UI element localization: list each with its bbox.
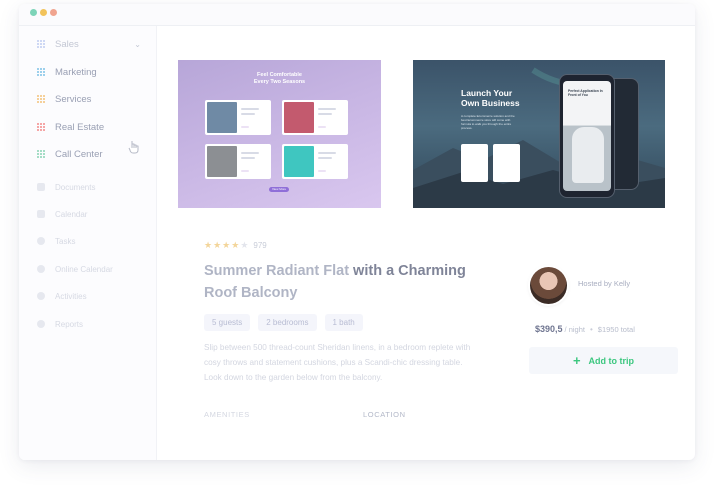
title-bar (19, 4, 695, 26)
sidebar-item-label: Reports (55, 319, 84, 329)
window-dot-yellow[interactable] (40, 9, 47, 16)
star-icon: ★ (222, 240, 231, 250)
sidebar-item-label: Services (55, 93, 92, 105)
sidebar-item-real-estate[interactable]: Real Estate (37, 119, 147, 135)
sidebar-item-tasks[interactable]: Tasks (37, 233, 147, 249)
check-circle-icon (37, 237, 45, 245)
clock-icon (37, 292, 45, 300)
location-heading: LOCATION (363, 410, 406, 419)
sidebar-item-label: Calendar (55, 209, 88, 219)
product-card (282, 100, 348, 135)
grid-icon (37, 95, 45, 103)
product-card (205, 144, 271, 179)
grid-icon (37, 68, 45, 76)
preview-heading: Feel Comfortable Every Two Seasons (253, 72, 306, 85)
sidebar-item-calendar[interactable]: Calendar (37, 206, 147, 222)
chip-bedrooms: 2 bedrooms (258, 314, 317, 331)
phone-title: Perfect Application In Front of You (568, 89, 603, 97)
app-window: Sales ⌄ Marketing Services Real Estate C… (19, 4, 695, 460)
sidebar-item-documents[interactable]: Documents (37, 179, 147, 195)
price-total: $1950 total (597, 325, 635, 334)
rating: ★ ★ ★ ★ ★ 979 (204, 240, 267, 251)
price-unit: / night (564, 325, 585, 334)
product-card (205, 100, 271, 135)
info-icon (37, 320, 45, 328)
listing-description: Slip between 500 thread-count Sheridan l… (204, 343, 471, 382)
sidebar-item-reports[interactable]: Reports (37, 316, 147, 332)
hand-cursor-icon (128, 141, 139, 154)
star-icon: ★ (204, 240, 213, 250)
sidebar-item-online-calendar[interactable]: Online Calendar (37, 261, 147, 277)
star-icon: ★ (213, 240, 222, 250)
sidebar-item-activities[interactable]: Activities (37, 288, 147, 304)
chip-guests: 5 guests (204, 314, 251, 331)
sidebar-item-label: Tasks (55, 236, 76, 246)
window-dot-green[interactable] (30, 9, 37, 16)
grid-icon (37, 123, 45, 131)
sidebar-item-label: Sales (55, 38, 79, 50)
sidebar-item-sales[interactable]: Sales ⌄ (37, 36, 147, 52)
add-to-trip-button[interactable]: + Add to trip (529, 347, 678, 374)
grid-icon (37, 40, 45, 48)
sidebar-item-label: Call Center (55, 148, 103, 160)
calendar-icon (37, 210, 45, 218)
rating-count: 979 (253, 241, 267, 250)
title-part: with a Charming (349, 263, 466, 279)
star-icon: ★ (240, 240, 249, 250)
star-icon: ★ (231, 240, 240, 250)
add-to-trip-label: Add to trip (588, 355, 635, 366)
price-row: $390,5 / night • $1950 total (535, 324, 635, 334)
document-icon (37, 183, 45, 191)
sidebar: Sales ⌄ Marketing Services Real Estate C… (19, 26, 157, 460)
preview-subtext: A complete Ecommerce solution and the be… (461, 114, 515, 130)
plus-icon: + (572, 353, 581, 368)
chip-bath: 1 bath (324, 314, 363, 331)
sidebar-item-label: Documents (55, 182, 96, 192)
hosted-by: Hosted by Kelly (578, 279, 631, 288)
price-value: $390,5 (535, 324, 563, 334)
chevron-down-icon[interactable]: ⌄ (134, 40, 141, 49)
sidebar-item-label: Marketing (55, 66, 97, 78)
sidebar-item-label: Online Calendar (55, 264, 113, 274)
view-more-button[interactable]: View More (269, 187, 289, 192)
listing-features: 5 guests 2 bedrooms 1 bath (204, 314, 371, 331)
phone-mockup: Perfect Application In Front of You (559, 74, 615, 198)
sidebar-item-label: Real Estate (55, 121, 105, 133)
sidebar-item-services[interactable]: Services (37, 91, 147, 107)
preview-heading: Launch Your Own Business (461, 88, 520, 108)
listing-title: Summer Radiant Flat with a Charming Roof… (204, 260, 494, 304)
gear-icon (37, 265, 45, 273)
main-content: Feel Comfortable Every Two Seasons View … (157, 26, 695, 460)
sidebar-item-marketing[interactable]: Marketing (37, 64, 147, 80)
title-part: Summer Radiant Flat (204, 263, 350, 279)
sidebar-item-label: Activities (55, 291, 87, 301)
grid-icon (37, 150, 45, 158)
price-separator: • (589, 325, 593, 334)
window-dot-red[interactable] (50, 9, 57, 16)
title-part: Roof Balcony (204, 285, 298, 301)
product-card (282, 144, 348, 179)
template-preview-clothing[interactable]: Feel Comfortable Every Two Seasons View … (178, 60, 381, 208)
feature-card (461, 144, 488, 182)
amenities-heading: AMENITIES (204, 410, 250, 419)
avatar[interactable] (530, 267, 567, 304)
template-preview-business[interactable]: Launch Your Own Business A complete Ecom… (413, 60, 665, 208)
feature-card (493, 144, 520, 182)
